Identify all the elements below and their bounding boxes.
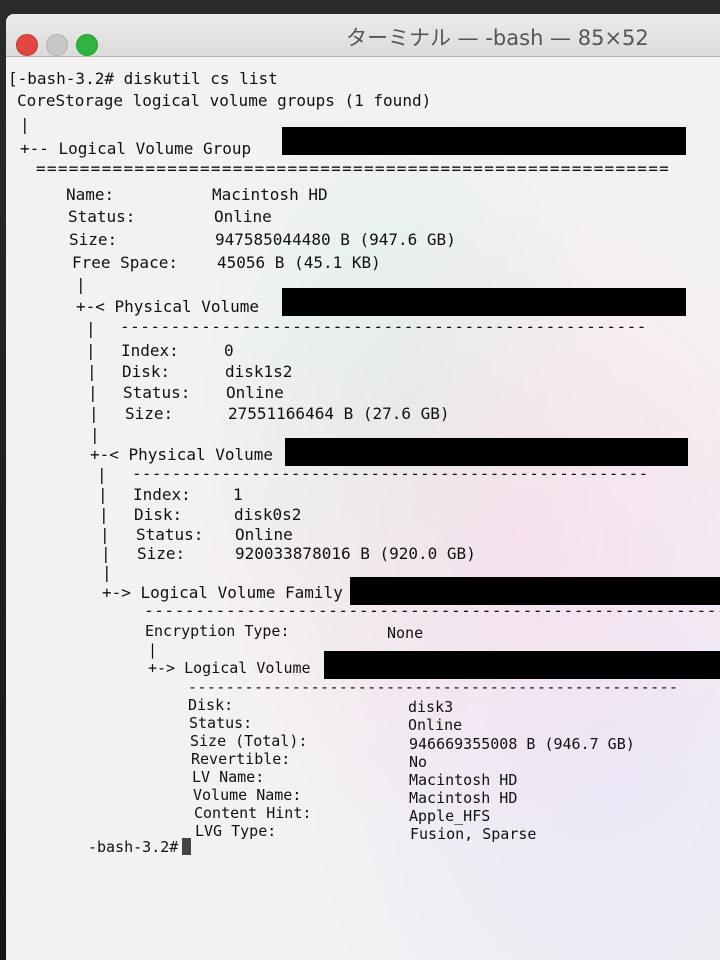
- lv-volname-label: Volume Name:: [193, 786, 302, 804]
- pv1-size-label: Size:: [125, 404, 174, 423]
- lvg-status-value: Online: [214, 207, 272, 226]
- lv-header: +-> Logical Volume: [148, 659, 311, 677]
- pv2-status-value: Online: [235, 525, 293, 544]
- tree-bar: |: [148, 641, 158, 659]
- text-cursor: [182, 838, 192, 855]
- redaction-bar: [324, 651, 720, 679]
- pv2-index-label: Index:: [133, 485, 191, 504]
- output-line: CoreStorage logical volume groups (1 fou…: [17, 91, 432, 110]
- close-button[interactable]: [16, 34, 38, 56]
- lv-size-label: Size (Total):: [190, 732, 308, 750]
- lvg-size-value: 947585044480 B (947.6 GB): [215, 230, 456, 249]
- tree-bar: |: [88, 383, 98, 402]
- lv-size-value: 946669355008 B (946.7 GB): [409, 735, 635, 753]
- terminal-window: ターミナル — -bash — 85×52 [-bash-3.2# diskut…: [6, 14, 720, 960]
- lvg-free-label: Free Space:: [72, 253, 178, 272]
- pv2-header: +-< Physical Volume: [90, 445, 274, 464]
- lv-revertible-value: No: [409, 753, 428, 771]
- tree-bar: |: [97, 465, 107, 484]
- pv1-header: +-< Physical Volume: [76, 297, 260, 316]
- prompt-text: -bash-3.2#: [88, 838, 179, 856]
- pv1-index-label: Index:: [121, 341, 179, 360]
- lv-lvgtype-label: LVG Type:: [195, 822, 277, 840]
- tree-bar: |: [98, 485, 108, 504]
- tree-bar: |: [87, 362, 97, 381]
- tree-bar: |: [86, 319, 96, 338]
- lvf-header: +-> Logical Volume Family: [102, 583, 343, 602]
- zoom-button[interactable]: [76, 34, 98, 56]
- title-bar[interactable]: ターミナル — -bash — 85×52: [6, 14, 720, 57]
- tree-bar: |: [86, 341, 96, 360]
- pv2-index-value: 1: [233, 485, 243, 504]
- lvg-name-label: Name:: [66, 185, 115, 204]
- lvg-free-value: 45056 B (45.1 KB): [217, 253, 381, 272]
- pv1-disk-label: Disk:: [122, 362, 171, 381]
- tree-bar: |: [90, 425, 100, 444]
- lv-status-label: Status:: [189, 714, 253, 732]
- lv-hint-label: Content Hint:: [194, 804, 312, 822]
- terminal-content[interactable]: [-bash-3.2# diskutil cs list CoreStorage…: [6, 57, 720, 960]
- pv1-status-value: Online: [226, 383, 284, 402]
- pv1-rule: ----------------------------------------…: [120, 317, 647, 336]
- pv1-size-value: 27551166464 B (27.6 GB): [228, 404, 450, 423]
- pv2-disk-value: disk0s2: [234, 505, 302, 524]
- lvg-rule: ========================================…: [36, 159, 671, 178]
- lvg-header: +-- Logical Volume Group: [20, 139, 252, 158]
- minimize-button[interactable]: [46, 34, 68, 56]
- tree-bar: |: [89, 404, 99, 423]
- lvf-rule: ----------------------------------------…: [144, 601, 720, 620]
- redaction-bar: [282, 288, 686, 316]
- lv-lvgtype-value: Fusion, Sparse: [410, 825, 537, 843]
- pv1-disk-value: disk1s2: [225, 362, 293, 381]
- command-line: [-bash-3.2# diskutil cs list: [8, 69, 278, 88]
- lv-volname-value: Macintosh HD: [409, 789, 518, 807]
- pv1-status-label: Status:: [123, 383, 191, 402]
- lv-lvname-value: Macintosh HD: [409, 771, 518, 789]
- lvg-name-value: Macintosh HD: [212, 185, 328, 204]
- tree-bar: |: [99, 505, 109, 524]
- lv-status-value: Online: [408, 716, 463, 734]
- lv-lvname-label: LV Name:: [192, 768, 265, 786]
- pv2-size-label: Size:: [137, 544, 186, 563]
- window-title: ターミナル — -bash — 85×52: [346, 26, 649, 50]
- redaction-bar: [282, 127, 686, 155]
- lvg-size-label: Size:: [69, 230, 118, 249]
- lv-disk-label: Disk:: [188, 696, 234, 714]
- lv-hint-value: Apple_HFS: [409, 807, 491, 825]
- lvg-status-label: Status:: [68, 207, 136, 226]
- lv-disk-value: disk3: [408, 698, 454, 716]
- lvf-encryption-value: None: [387, 624, 424, 642]
- tree-bar: |: [100, 525, 110, 544]
- lvf-encryption-label: Encryption Type:: [145, 622, 290, 640]
- pv2-size-value: 920033878016 B (920.0 GB): [235, 544, 476, 563]
- tree-bar: |: [20, 115, 30, 134]
- lv-revertible-label: Revertible:: [191, 750, 291, 768]
- redaction-bar: [285, 438, 688, 466]
- lv-rule: ----------------------------------------…: [188, 678, 679, 696]
- pv2-status-label: Status:: [136, 525, 204, 544]
- pv1-index-value: 0: [224, 341, 234, 360]
- tree-bar: |: [76, 275, 86, 294]
- tree-bar: |: [101, 544, 111, 563]
- pv2-disk-label: Disk:: [134, 505, 183, 524]
- tree-bar: |: [102, 563, 112, 582]
- pv2-rule: ----------------------------------------…: [132, 464, 649, 483]
- prompt-line[interactable]: -bash-3.2#: [88, 837, 192, 857]
